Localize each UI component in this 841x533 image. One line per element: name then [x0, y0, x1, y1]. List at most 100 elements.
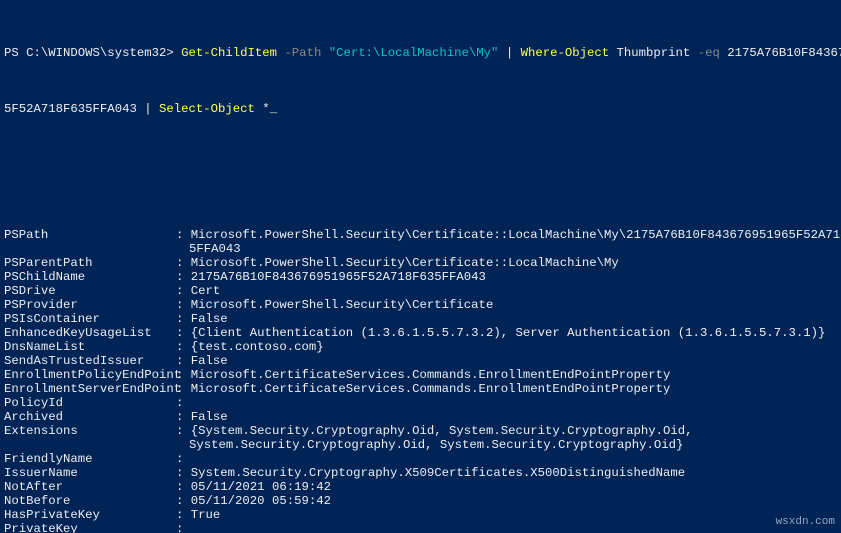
cmdlet-select-object: Select-Object — [159, 102, 255, 116]
pipe-2: | — [144, 102, 159, 116]
output-row-issuername: IssuerName: System.Security.Cryptography… — [4, 466, 837, 480]
row-label: PSParentPath — [4, 256, 176, 270]
row-colon: : — [176, 396, 191, 410]
row-label: FriendlyName — [4, 452, 176, 466]
cursor: _ — [270, 102, 277, 116]
output-row-enrollmentpolicyendpoint: EnrollmentPolicyEndPoint: Microsoft.Cert… — [4, 368, 837, 382]
output-row-pspath-cont: 5FFA043 — [4, 242, 837, 256]
wildcard-all: * — [255, 102, 270, 116]
output-row-psdrive: PSDrive: Cert — [4, 284, 837, 298]
row-value: System.Security.Cryptography.X509Certifi… — [191, 466, 685, 480]
output-row-policyid: PolicyId: — [4, 396, 837, 410]
row-colon: : — [176, 368, 191, 382]
row-colon: : — [176, 256, 191, 270]
row-value: {Client Authentication (1.3.6.1.5.5.7.3.… — [191, 326, 826, 340]
output-row-enhancedkeyusagelist: EnhancedKeyUsageList: {Client Authentica… — [4, 326, 837, 340]
row-label: IssuerName — [4, 466, 176, 480]
prompt: PS C:\WINDOWS\system32> — [4, 46, 181, 60]
row-label: EnhancedKeyUsageList — [4, 326, 176, 340]
row-colon: : — [176, 312, 191, 326]
row-colon: : — [176, 382, 191, 396]
output-row-sendastrustedissuer: SendAsTrustedIssuer: False — [4, 354, 837, 368]
row-value: False — [191, 312, 228, 326]
output-row-extensions: Extensions: {System.Security.Cryptograph… — [4, 424, 837, 438]
output-row-archived: Archived: False — [4, 410, 837, 424]
row-colon: : — [176, 466, 191, 480]
row-label: HasPrivateKey — [4, 508, 176, 522]
row-label: SendAsTrustedIssuer — [4, 354, 176, 368]
output-row-enrollmentserverendpoint: EnrollmentServerEndPoint: Microsoft.Cert… — [4, 382, 837, 396]
row-label: EnrollmentServerEndPoint — [4, 382, 176, 396]
row-label: DnsNameList — [4, 340, 176, 354]
output-row-psprovider: PSProvider: Microsoft.PowerShell.Securit… — [4, 298, 837, 312]
cmdlet-where-object: Where-Object — [521, 46, 610, 60]
powershell-console[interactable]: PS C:\WINDOWS\system32> Get-ChildItem -P… — [0, 0, 841, 533]
row-colon: : — [176, 410, 191, 424]
row-label: PSChildName — [4, 270, 176, 284]
command-line-1: PS C:\WINDOWS\system32> Get-ChildItem -P… — [4, 46, 837, 60]
row-colon: : — [176, 354, 191, 368]
output-row-psparentpath: PSParentPath: Microsoft.PowerShell.Secur… — [4, 256, 837, 270]
row-label: PrivateKey — [4, 522, 176, 533]
row-value: {test.contoso.com} — [191, 340, 324, 354]
row-colon: : — [176, 424, 191, 438]
row-colon: : — [176, 522, 191, 533]
row-value: 05/11/2021 06:19:42 — [191, 480, 331, 494]
row-value: Microsoft.PowerShell.Security\Certificat… — [191, 298, 494, 312]
command-line-2: 5F52A718F635FFA043 | Select-Object *_ — [4, 102, 837, 116]
pipe-1: | — [498, 46, 520, 60]
output-row-extensions-cont: System.Security.Cryptography.Oid, System… — [4, 438, 837, 452]
row-colon: : — [176, 326, 191, 340]
row-colon: : — [176, 284, 191, 298]
row-value: 2175A76B10F843676951965F52A718F635FFA043 — [191, 270, 486, 284]
row-colon: : — [176, 508, 191, 522]
row-label: PSPath — [4, 228, 176, 242]
row-colon: : — [176, 298, 191, 312]
row-colon: : — [176, 340, 191, 354]
prop-thumbprint: Thumbprint — [609, 46, 698, 60]
row-label: Archived — [4, 410, 176, 424]
row-label: NotAfter — [4, 480, 176, 494]
blank-line-1 — [4, 144, 837, 158]
row-value-cont: 5FFA043 — [189, 242, 241, 256]
row-value: 05/11/2020 05:59:42 — [191, 494, 331, 508]
row-label: PolicyId — [4, 396, 176, 410]
row-colon: : — [176, 228, 191, 242]
output-row-psiscontainer: PSIsContainer: False — [4, 312, 837, 326]
row-value: Microsoft.PowerShell.Security\Certificat… — [191, 228, 841, 242]
op-eq: -eq — [698, 46, 720, 60]
row-value: Microsoft.CertificateServices.Commands.E… — [191, 368, 671, 382]
output-row-hasprivatekey: HasPrivateKey: True — [4, 508, 837, 522]
row-value: Cert — [191, 284, 221, 298]
output-row-dnsnamelist: DnsNameList: {test.contoso.com} — [4, 340, 837, 354]
row-value: True — [191, 508, 221, 522]
row-label: NotBefore — [4, 494, 176, 508]
row-value: {System.Security.Cryptography.Oid, Syste… — [191, 424, 693, 438]
row-colon: : — [176, 452, 191, 466]
row-value: Microsoft.CertificateServices.Commands.E… — [191, 382, 671, 396]
value-part2: 5F52A718F635FFA043 — [4, 102, 144, 116]
output-row-pschildname: PSChildName: 2175A76B10F843676951965F52A… — [4, 270, 837, 284]
row-colon: : — [176, 494, 191, 508]
row-label: PSProvider — [4, 298, 176, 312]
row-colon: : — [176, 480, 191, 494]
output-row-friendlyname: FriendlyName: — [4, 452, 837, 466]
value-part1: 2175A76B10F84367695196 — [720, 46, 841, 60]
row-label: Extensions — [4, 424, 176, 438]
row-colon: : — [176, 270, 191, 284]
row-value: False — [191, 354, 228, 368]
row-value: False — [191, 410, 228, 424]
row-value-cont: System.Security.Cryptography.Oid, System… — [189, 438, 683, 452]
blank-line-2 — [4, 186, 837, 200]
row-label: EnrollmentPolicyEndPoint — [4, 368, 176, 382]
watermark: wsxdn.com — [776, 515, 835, 529]
output-row-notafter: NotAfter: 05/11/2021 06:19:42 — [4, 480, 837, 494]
output-row-pspath: PSPath: Microsoft.PowerShell.Security\Ce… — [4, 228, 837, 242]
string-path: "Cert:\LocalMachine\My" — [329, 46, 499, 60]
output-row-privatekey: PrivateKey: — [4, 522, 837, 533]
param-path: -Path — [277, 46, 329, 60]
output-block: PSPath: Microsoft.PowerShell.Security\Ce… — [4, 228, 837, 533]
row-value: Microsoft.PowerShell.Security\Certificat… — [191, 256, 619, 270]
output-row-notbefore: NotBefore: 05/11/2020 05:59:42 — [4, 494, 837, 508]
row-label: PSDrive — [4, 284, 176, 298]
